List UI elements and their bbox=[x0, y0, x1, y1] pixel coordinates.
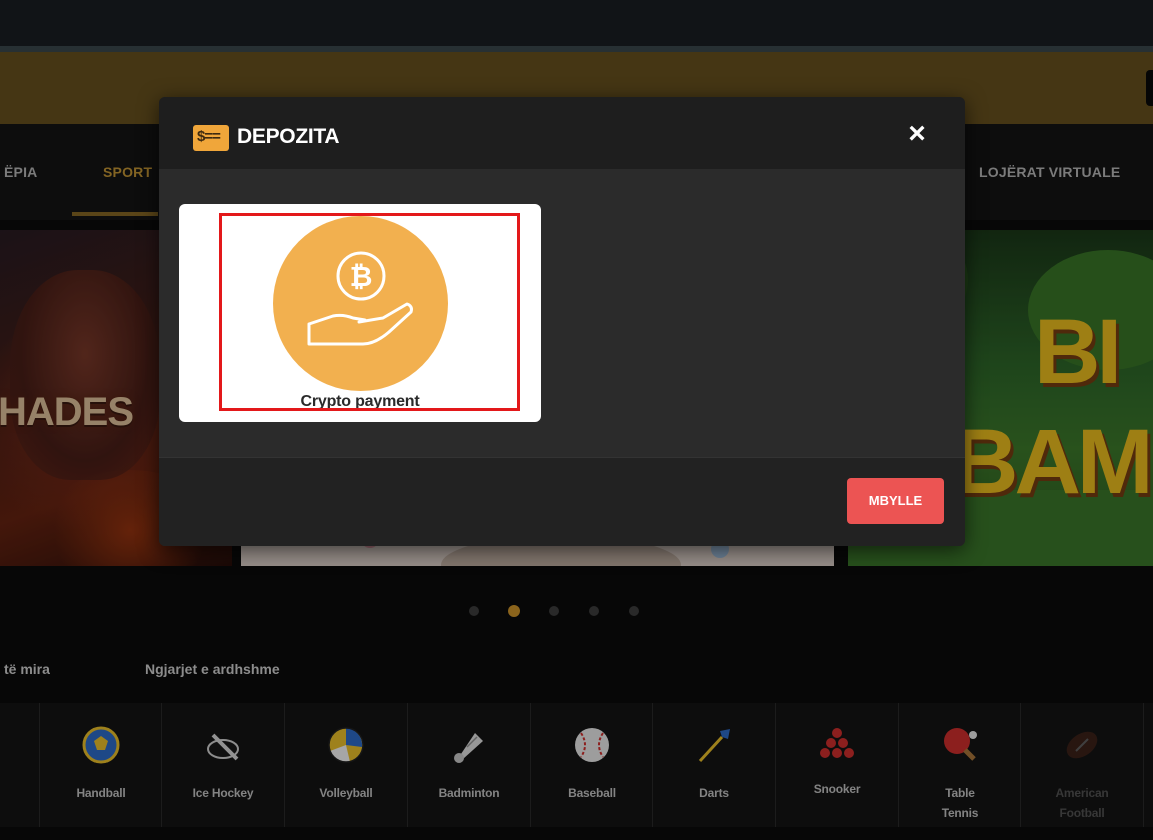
modal-title: DEPOZITA bbox=[237, 125, 340, 148]
deposit-money-icon: $== bbox=[193, 125, 229, 151]
selection-highlight bbox=[219, 213, 520, 411]
close-button[interactable]: MBYLLE bbox=[847, 478, 944, 524]
deposit-icon-text: $== bbox=[197, 128, 221, 145]
close-icon[interactable]: × bbox=[903, 119, 931, 149]
modal-footer bbox=[159, 457, 965, 546]
deposit-modal: $== DEPOZITA × ₿ Crypto payment MBYLLE bbox=[159, 97, 965, 546]
